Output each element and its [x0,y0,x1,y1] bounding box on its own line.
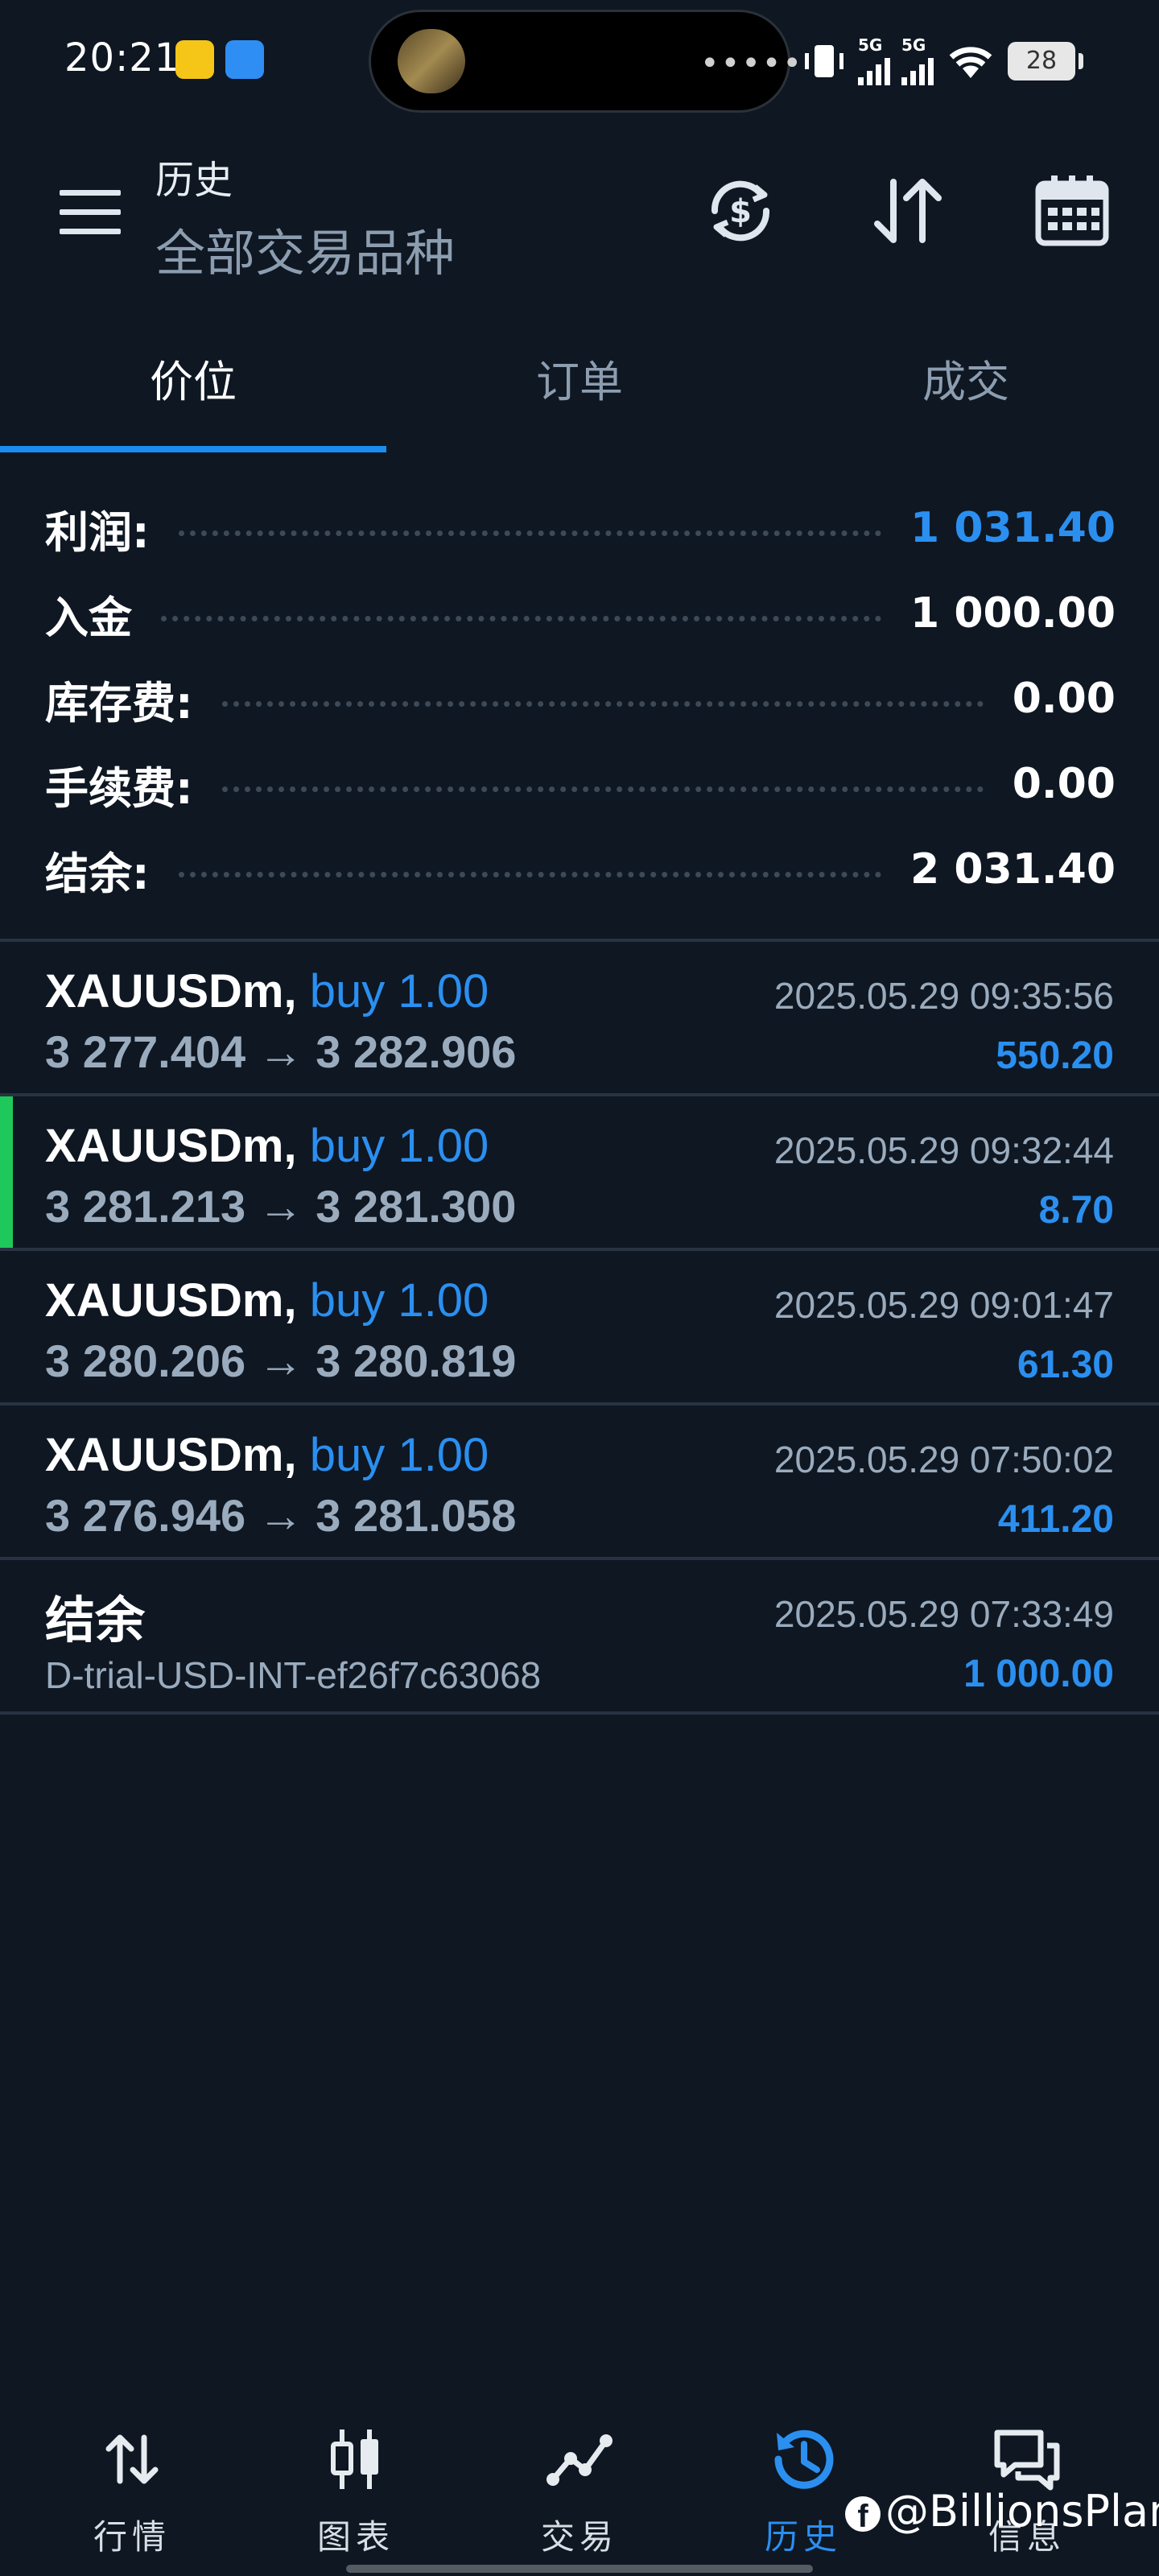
deal-row[interactable]: XAUUSDm, buy 1.00 3 281.213 → 3 281.300 … [0,1096,1159,1248]
summary-swap: 库存费: 0.00 [45,667,1116,731]
summary-deposit: 入金 1 000.00 [45,581,1116,646]
deal-row[interactable]: XAUUSDm, buy 1.00 3 280.206 → 3 280.819 … [0,1251,1159,1402]
quotes-icon [105,2434,159,2484]
summary-label: 结余: [45,848,150,899]
messages-icon [994,2429,1060,2491]
sort-icon[interactable] [866,169,950,253]
summary-value: 1 000.00 [910,589,1116,638]
tab-orders[interactable]: 订单 [386,346,773,410]
deal-row[interactable]: XAUUSDm, buy 1.00 3 277.404 → 3 282.906 … [0,942,1159,1093]
deal-symbol: XAUUSDm, [45,1120,297,1172]
dot-leader [178,530,882,536]
summary-profit: 利润: 1 031.40 [45,496,1116,560]
network-type-2: 5G [901,35,926,55]
nav-quotes[interactable]: 行情 [52,2423,212,2559]
signal-bars-icon [901,53,934,85]
deal-time: 2025.05.29 07:50:02 [773,1439,1114,1480]
deal-prices: 3 277.404 → 3 282.906 [45,1026,517,1077]
balance-comment: D-trial-USD-INT-ef26f7c63068 [45,1654,542,1696]
currency-refresh-icon[interactable]: $ [699,169,782,253]
balance-time: 2025.05.29 07:33:49 [773,1593,1114,1635]
page-title: 历史 [155,158,233,203]
summary-balance: 结余: 2 031.40 [45,837,1116,902]
network-type-1: 5G [858,35,883,55]
summary-value: 0.00 [1012,675,1116,723]
deal-profit: 61.30 [1017,1344,1114,1386]
divider [0,1711,1159,1715]
battery-icon: 28 [1008,42,1083,80]
symbol-filter[interactable]: 全部交易品种 [155,213,455,285]
vibrate-icon [805,45,843,77]
deal-profit: 550.20 [996,1034,1114,1077]
deal-row[interactable]: XAUUSDm, buy 1.00 3 276.946 → 3 281.058 … [0,1406,1159,1557]
nav-chart[interactable]: 图表 [275,2423,436,2559]
status-icons: 5G 5G 28 [802,35,1083,85]
summary-commission: 手续费: 0.00 [45,752,1116,816]
dot-leader [161,615,882,621]
nav-label: 行情 [93,2517,171,2557]
audio-wave-icon: ••••• [700,45,803,82]
selected-marker [0,1096,13,1248]
wifi-icon [949,47,992,78]
deal-profit: 411.20 [997,1498,1114,1541]
summary-value: 0.00 [1012,760,1116,808]
nav-label: 图表 [316,2517,394,2557]
deal-symbol: XAUUSDm, [45,1274,297,1327]
tab-positions[interactable]: 价位 [0,346,386,410]
signal-bars-icon [858,53,890,85]
deal-direction: buy 1.00 [309,1120,489,1172]
summary-label: 入金 [45,592,132,643]
watermark-text: @BillionsPlan [885,2486,1159,2537]
facebook-icon: f [845,2496,881,2534]
balance-amount: 1 000.00 [963,1653,1114,1695]
trade-icon [547,2434,612,2486]
tab-deals[interactable]: 成交 [773,346,1159,410]
nav-trade[interactable]: 交易 [499,2423,660,2559]
music-app-icon [175,40,214,79]
deal-direction: buy 1.00 [309,1274,489,1327]
summary-value: 2 031.40 [910,845,1116,894]
media-thumbnail [398,29,465,93]
summary-label: 手续费: [45,762,193,814]
deal-prices: 3 281.213 → 3 281.300 [45,1181,517,1232]
deal-prices: 3 276.946 → 3 281.058 [45,1490,517,1541]
status-time: 20:21 [64,35,180,80]
home-indicator[interactable] [346,2565,813,2573]
dot-leader [178,871,882,877]
summary-label: 库存费: [45,677,193,729]
menu-icon[interactable] [60,190,121,234]
deal-direction: buy 1.00 [309,965,489,1018]
browser-app-icon [225,40,264,79]
summary-value: 1 031.40 [910,504,1116,552]
deal-time: 2025.05.29 09:32:44 [773,1129,1114,1171]
dot-leader [221,700,984,707]
deal-direction: buy 1.00 [309,1429,489,1481]
deal-profit: 8.70 [1038,1189,1114,1232]
calendar-icon[interactable] [1030,169,1114,253]
chart-icon [331,2429,378,2489]
deal-symbol: XAUUSDm, [45,965,297,1018]
balance-title: 结余 [45,1591,146,1649]
active-tab-indicator [0,446,386,452]
deal-time: 2025.05.29 09:01:47 [773,1284,1114,1326]
dot-leader [221,786,984,792]
deal-prices: 3 280.206 → 3 280.819 [45,1335,517,1386]
svg-text:$: $ [729,193,752,230]
balance-row[interactable]: 结余 D-trial-USD-INT-ef26f7c63068 2025.05.… [0,1560,1159,1711]
deal-time: 2025.05.29 09:35:56 [773,975,1114,1017]
history-icon [774,2429,834,2489]
nav-label: 交易 [540,2517,618,2557]
summary-label: 利润: [45,506,150,558]
deal-symbol: XAUUSDm, [45,1429,297,1481]
watermark: f @BillionsPlan [845,2486,1159,2537]
